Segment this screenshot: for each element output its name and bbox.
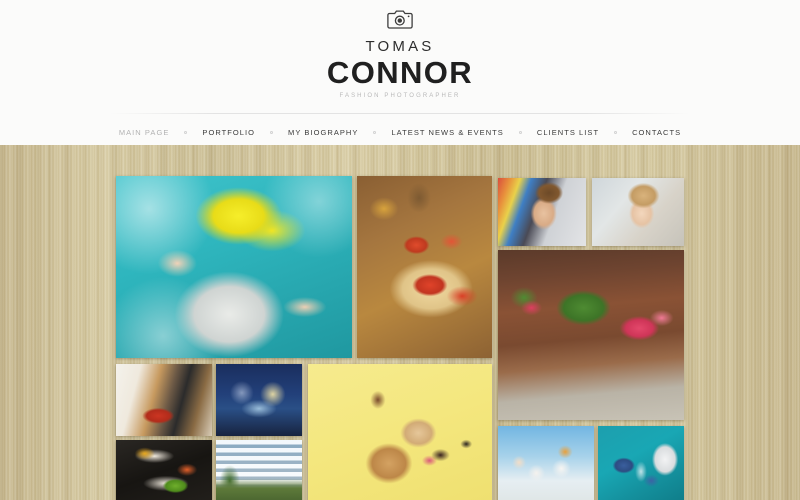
nav-divider <box>110 113 690 114</box>
photo-food-bruschetta <box>357 176 492 358</box>
dot-separator-icon <box>373 131 377 134</box>
gallery-item-dog[interactable] <box>308 364 492 500</box>
nav-item-portfolio[interactable]: PORTFOLIO <box>201 128 256 137</box>
nav-item-contacts[interactable]: CONTACTS <box>631 128 682 137</box>
gallery-item-man[interactable] <box>498 178 586 246</box>
gallery-item-family[interactable] <box>498 426 594 500</box>
nav-item-my-biography[interactable]: MY BIOGRAPHY <box>287 128 359 137</box>
page-root: TOMAS CONNOR FASHION PHOTOGRAPHER MAIN P… <box>0 0 800 500</box>
photo-young-man-portrait <box>498 178 586 246</box>
brand-block[interactable]: TOMAS CONNOR FASHION PHOTOGRAPHER <box>0 0 800 102</box>
photo-night-fountain <box>216 364 302 436</box>
gallery-item-model[interactable] <box>116 176 352 358</box>
nav-item-main-page[interactable]: MAIN PAGE <box>118 128 171 137</box>
photo-child-portrait <box>592 178 684 246</box>
photo-modern-building <box>216 440 302 500</box>
brand-tagline: FASHION PHOTOGRAPHER <box>339 93 461 99</box>
photo-laboratory-scientists <box>598 426 684 500</box>
nav-item-latest-news-events[interactable]: LATEST NEWS & EVENTS <box>390 128 504 137</box>
photo-family-outdoors <box>498 426 594 500</box>
gallery-item-spoons[interactable] <box>116 440 212 500</box>
photo-living-room-interior <box>116 364 212 436</box>
gallery-item-interior[interactable] <box>116 364 212 436</box>
gallery-item-night[interactable] <box>216 364 302 436</box>
dot-separator-icon <box>614 131 618 134</box>
brand-name-first: TOMAS <box>365 38 435 55</box>
gallery-item-food[interactable] <box>357 176 492 358</box>
photo-fashion-model <box>116 176 352 358</box>
dot-separator-icon <box>270 131 274 134</box>
nav-item-clients-list[interactable]: CLIENTS LIST <box>536 128 600 137</box>
dot-separator-icon <box>518 131 522 134</box>
main-navigation: MAIN PAGE PORTFOLIO MY BIOGRAPHY LATEST … <box>0 128 800 137</box>
camera-icon <box>0 8 800 35</box>
dot-separator-icon <box>184 131 188 134</box>
brand-name-second: CONNOR <box>326 55 474 90</box>
gallery-item-garden[interactable] <box>498 250 684 420</box>
gallery-item-child[interactable] <box>592 178 684 246</box>
photo-spices-spoons <box>116 440 212 500</box>
gallery-item-building[interactable] <box>216 440 302 500</box>
gallery-item-lab[interactable] <box>598 426 684 500</box>
photo-flower-planters <box>498 250 684 420</box>
site-header: TOMAS CONNOR FASHION PHOTOGRAPHER MAIN P… <box>0 0 800 145</box>
portfolio-gallery <box>112 170 688 500</box>
photo-dog-portrait <box>308 364 492 500</box>
